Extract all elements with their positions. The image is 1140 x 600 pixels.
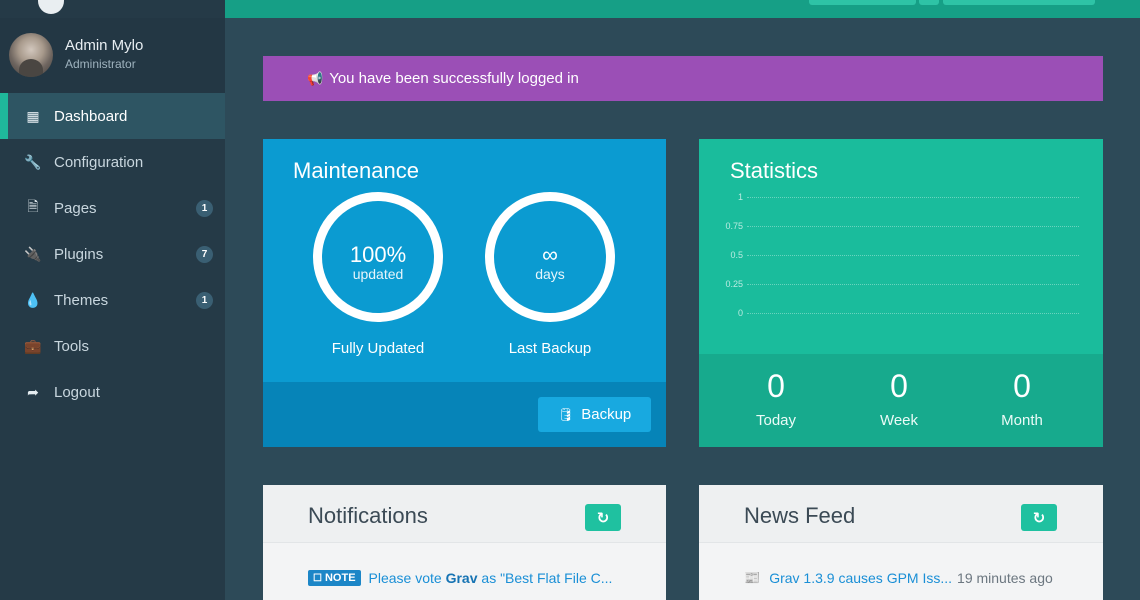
maintenance-card: Maintenance 100% updated Fully Updated ∞… xyxy=(263,139,666,447)
today-value: 0 xyxy=(767,368,785,404)
updated-caption: Fully Updated xyxy=(331,340,425,357)
notifications-title: Notifications xyxy=(308,503,428,528)
briefcase-icon: 💼 xyxy=(24,337,42,354)
y-tick-label: 0.5 xyxy=(730,250,743,260)
sidebar-item-pages[interactable]: 🗎 Pages 1 xyxy=(0,185,225,231)
newspaper-icon: 📰 xyxy=(744,570,761,585)
news-feed-refresh-button[interactable]: ↻ xyxy=(1021,504,1057,531)
avatar[interactable] xyxy=(9,33,53,77)
notification-item[interactable]: ☐ NOTE Please vote Grav as "Best Flat Fi… xyxy=(308,570,612,586)
sign-out-icon: ➦ xyxy=(27,383,39,400)
today-label: Today xyxy=(755,412,797,429)
note-badge-label: NOTE xyxy=(324,572,356,584)
updated-value: 100% xyxy=(349,242,407,267)
user-panel[interactable]: Admin Mylo Administrator xyxy=(0,18,225,93)
y-tick-label: 0.25 xyxy=(725,279,743,289)
grid-line xyxy=(747,197,1079,198)
sidebar-item-configuration[interactable]: 🔧 Configuration xyxy=(0,139,225,185)
sidebar-item-label: Dashboard xyxy=(54,107,128,125)
note-icon: ☐ xyxy=(313,572,322,584)
grid-line xyxy=(747,255,1079,256)
sidebar-item-plugins[interactable]: 🔌 Plugins 7 xyxy=(0,231,225,277)
month-label: Month xyxy=(1001,412,1043,429)
success-alert: 📢 You have been successfully logged in xyxy=(263,56,1103,101)
grid-icon: ▦ xyxy=(26,107,40,124)
refresh-icon: ↻ xyxy=(596,508,610,527)
grid-line xyxy=(747,313,1079,314)
file-icon: 🗎 xyxy=(27,198,39,214)
updated-unit: updated xyxy=(352,266,404,282)
user-role: Administrator xyxy=(65,57,136,71)
news-feed-panel: News Feed ↻ 📰 Grav 1.3.9 causes GPM Iss.… xyxy=(699,485,1103,600)
refresh-icon: ↻ xyxy=(1032,508,1046,527)
news-time: 19 minutes ago xyxy=(957,570,1053,586)
notification-text: Please vote xyxy=(368,570,446,586)
count-badge: 1 xyxy=(196,292,213,309)
statistics-card: Statistics 1 0.75 0.5 0.25 0 0 Today 0 W… xyxy=(699,139,1103,447)
note-badge: ☐ NOTE xyxy=(308,570,361,586)
y-tick-label: 0.75 xyxy=(725,221,743,231)
logo-bar xyxy=(0,0,225,18)
alert-text: You have been successfully logged in xyxy=(329,70,579,87)
sidebar-item-themes[interactable]: 💧 Themes 1 xyxy=(0,277,225,323)
news-link[interactable]: Grav 1.3.9 causes GPM Iss... xyxy=(769,570,952,586)
y-tick-label: 1 xyxy=(737,192,743,202)
month-value: 0 xyxy=(1013,368,1031,404)
backup-caption: Last Backup xyxy=(508,340,592,357)
top-bar xyxy=(225,0,1140,18)
notification-text: as "Best Flat File C... xyxy=(477,570,613,586)
news-feed-title: News Feed xyxy=(744,503,856,528)
sidebar: Admin Mylo Administrator ▦ Dashboard 🔧 C… xyxy=(0,0,225,600)
statistics-title: Statistics xyxy=(730,158,819,183)
notifications-panel: Notifications ↻ ☐ NOTE Please vote Grav … xyxy=(263,485,666,600)
sidebar-item-tools[interactable]: 💼 Tools xyxy=(0,323,225,369)
count-badge: 1 xyxy=(196,200,213,217)
user-name: Admin Mylo xyxy=(65,37,144,54)
news-item[interactable]: 📰 Grav 1.3.9 causes GPM Iss... 19 minute… xyxy=(744,570,1053,586)
maintenance-title: Maintenance xyxy=(293,158,419,183)
topbar-button[interactable] xyxy=(809,0,916,5)
grav-logo-icon[interactable] xyxy=(38,0,64,14)
notification-text-bold: Grav xyxy=(445,570,478,586)
y-tick-label: 0 xyxy=(737,308,743,318)
sidebar-item-label: Plugins xyxy=(54,245,104,263)
sidebar-nav: ▦ Dashboard 🔧 Configuration 🗎 Pages 1 🔌 … xyxy=(0,93,225,415)
sidebar-item-label: Logout xyxy=(54,383,100,401)
sidebar-item-label: Configuration xyxy=(54,153,144,171)
megaphone-icon: 📢 xyxy=(307,70,324,86)
grid-line xyxy=(747,284,1079,285)
notification-link[interactable]: Please vote Grav as "Best Flat File C... xyxy=(369,570,613,586)
week-value: 0 xyxy=(890,368,908,404)
sidebar-item-label: Themes xyxy=(54,291,109,309)
week-label: Week xyxy=(879,412,919,429)
sidebar-item-dashboard[interactable]: ▦ Dashboard xyxy=(0,93,225,139)
tint-icon: 💧 xyxy=(24,291,42,308)
sidebar-item-label: Tools xyxy=(54,337,90,355)
topbar-button[interactable] xyxy=(943,0,1095,5)
notifications-refresh-button[interactable]: ↻ xyxy=(585,504,621,531)
wrench-icon: 🔧 xyxy=(24,153,42,170)
grid-line xyxy=(747,226,1079,227)
backup-button-label: Backup xyxy=(581,406,632,423)
plug-icon: 🔌 xyxy=(24,245,42,262)
backup-value: ∞ xyxy=(542,242,558,267)
database-icon: 🛢 xyxy=(557,406,575,422)
count-badge: 7 xyxy=(196,246,213,263)
backup-unit: days xyxy=(535,266,565,282)
backup-button[interactable]: 🛢 Backup xyxy=(538,397,651,432)
topbar-dropdown-button[interactable] xyxy=(919,0,939,5)
sidebar-item-logout[interactable]: ➦ Logout xyxy=(0,369,225,415)
sidebar-item-label: Pages xyxy=(54,199,97,217)
